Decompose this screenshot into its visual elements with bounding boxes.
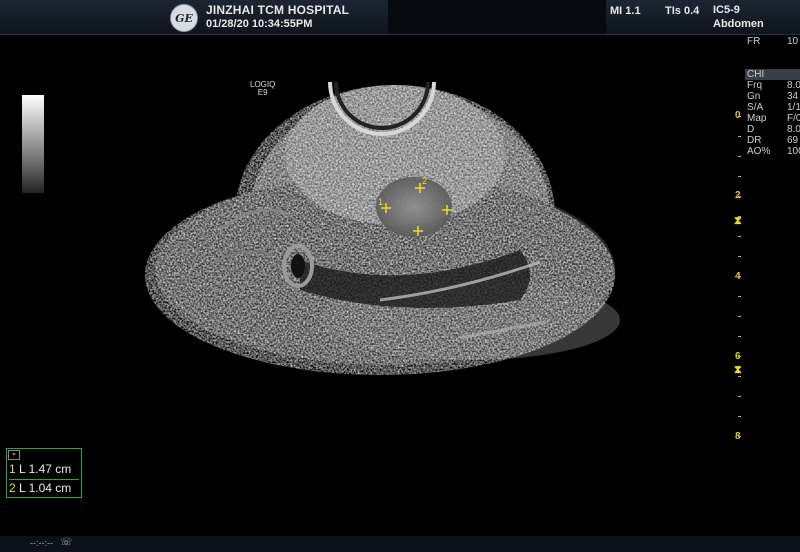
- measurement-row: 1 L 1.47 cm: [9, 462, 72, 476]
- grayscale-bar: [22, 95, 44, 193]
- header-bar: GE JINZHAI TCM HOSPITAL 01/28/20 10:34:5…: [0, 0, 800, 35]
- depth-tick: [738, 156, 741, 157]
- preset-name: Abdomen: [713, 18, 764, 30]
- depth-tick: [738, 376, 741, 377]
- depth-tick: [738, 356, 741, 357]
- depth-tick: [738, 196, 741, 197]
- depth-tick: [738, 236, 741, 237]
- depth-tick: [738, 316, 741, 317]
- probe-name: IC5-9: [713, 4, 740, 16]
- ge-logo-icon: GE: [170, 4, 198, 32]
- imaging-parameters: FR 10 CHI Frq 8.0 Gn 34 S/A 1/1 Map F/0 D 8.0 …: [745, 36, 800, 157]
- chi-mode-label: CHI: [745, 69, 800, 80]
- depth-tick: [738, 276, 741, 277]
- ultrasound-image: [145, 81, 620, 375]
- depth-tick: [738, 396, 741, 397]
- exam-datetime: 01/28/20 10:34:55PM: [206, 18, 313, 30]
- measurement-results: ⌗ 1 L 1.47 cm 2 L 1.04 cm: [6, 448, 82, 498]
- device-label: LOGIQ E9: [250, 80, 276, 97]
- measure-icon: ⌗: [8, 450, 20, 460]
- caliper-label-1: 1: [378, 197, 384, 207]
- depth-tick: [738, 256, 741, 257]
- thermal-index: TIs 0.4: [665, 5, 700, 17]
- status-bar: --:--:-- ☏: [0, 536, 800, 552]
- depth-tick: [738, 136, 741, 137]
- depth-tick: [738, 216, 741, 217]
- depth-tick: [738, 436, 741, 437]
- depth-tick: [738, 336, 741, 337]
- depth-tick: [738, 416, 741, 417]
- status-time: --:--:--: [30, 538, 53, 548]
- depth-tick: [738, 116, 741, 117]
- mechanical-index: MI 1.1: [610, 5, 641, 17]
- measurement-row: 2 L 1.04 cm: [9, 479, 79, 496]
- depth-tick: [738, 176, 741, 177]
- hospital-name: JINZHAI TCM HOSPITAL: [206, 3, 350, 17]
- depth-tick: [738, 296, 741, 297]
- caliper-label-2: 2: [422, 176, 428, 186]
- phone-icon[interactable]: ☏: [60, 537, 73, 548]
